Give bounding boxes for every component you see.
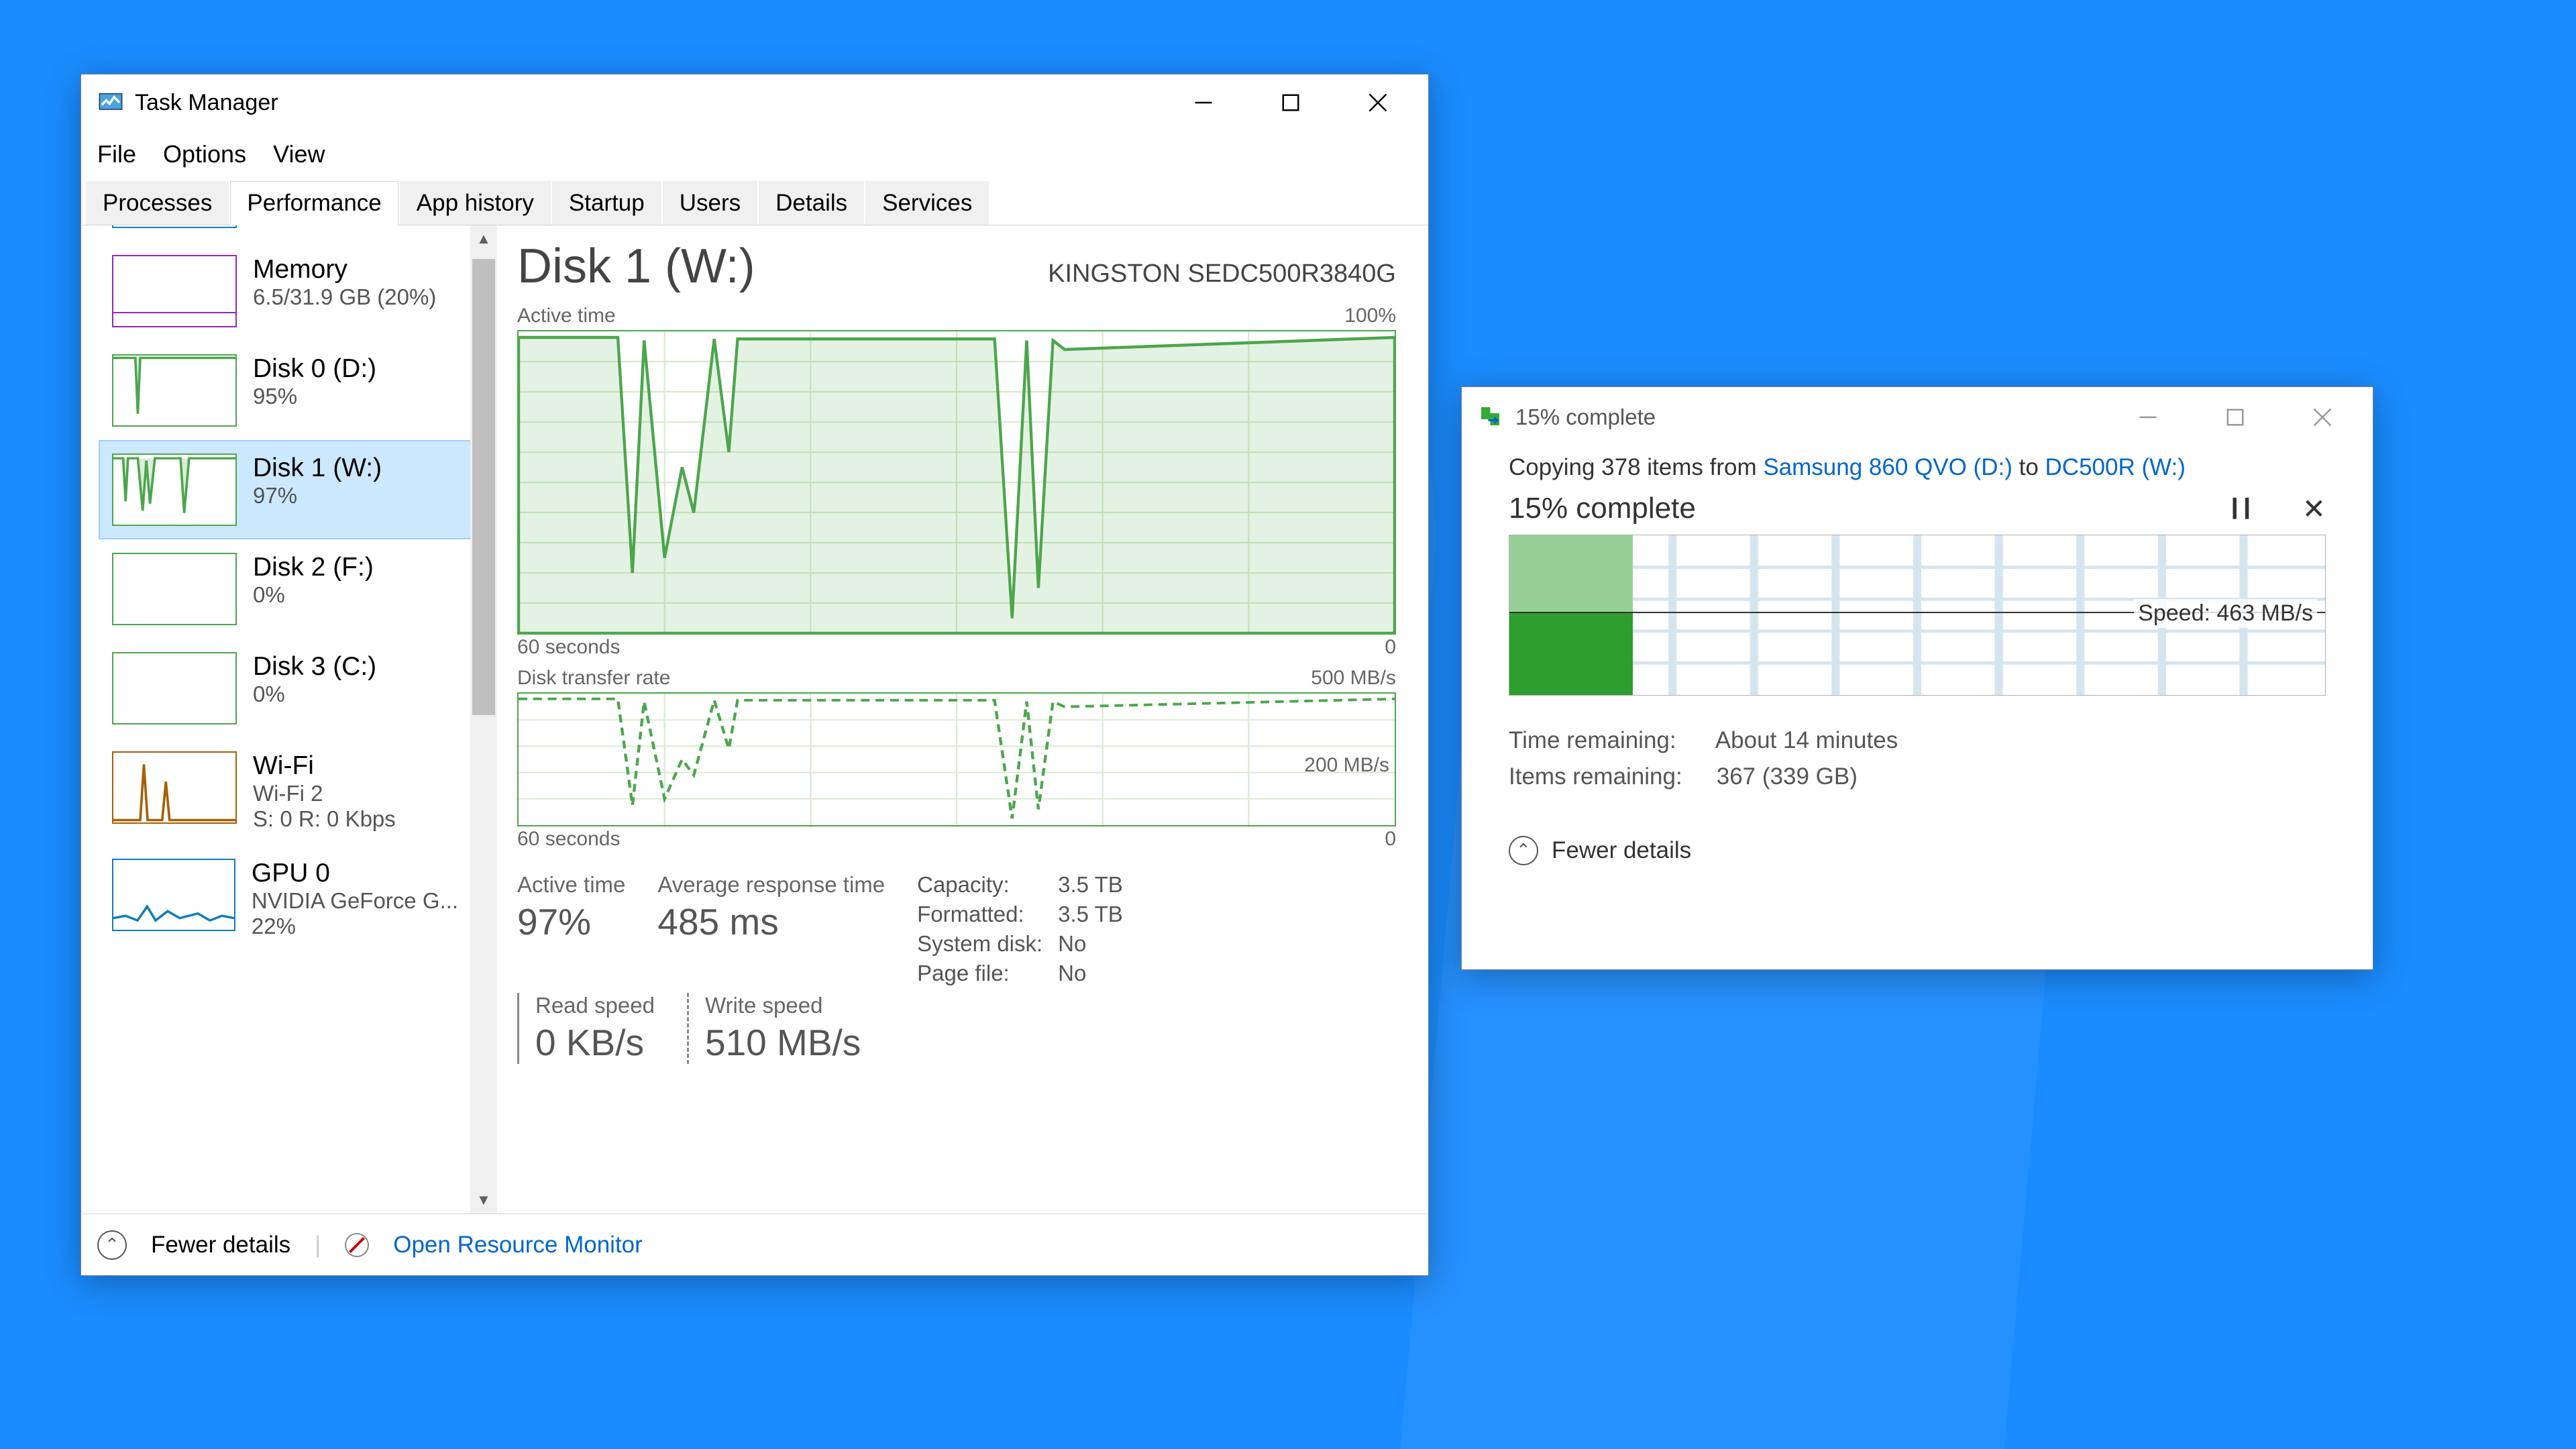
close-button[interactable] (1334, 74, 1421, 131)
active-time-value: 97% (517, 900, 625, 943)
copy-details: Time remaining: About 14 minutes Items r… (1509, 722, 2326, 796)
sidebar-item-disk0[interactable]: Disk 0 (D:)95% (100, 342, 470, 439)
disk-thumb (112, 553, 237, 625)
transfer-rate-max: 500 MB/s (1311, 667, 1396, 690)
disk-thumb (112, 453, 237, 526)
sidebar-item-cpu[interactable]: CPU15% 4.00 GHz (100, 225, 470, 240)
write-speed-value: 510 MB/s (705, 1021, 861, 1064)
task-manager-icon (97, 89, 124, 116)
tabs: Processes Performance App history Startu… (81, 178, 1428, 225)
menu-view[interactable]: View (273, 140, 325, 168)
tab-processes[interactable]: Processes (86, 181, 229, 225)
tab-startup[interactable]: Startup (552, 181, 661, 225)
scroll-thumb[interactable] (472, 259, 495, 715)
menu-options[interactable]: Options (163, 140, 246, 168)
sidebar-item-disk2[interactable]: Disk 2 (F:)0% (100, 541, 470, 637)
sidebar-item-disk1[interactable]: Disk 1 (W:)97% (100, 441, 470, 538)
scroll-up-icon[interactable]: ▲ (470, 225, 497, 252)
tab-performance[interactable]: Performance (230, 181, 398, 225)
transfer-rate-chart: 200 MB/s (517, 692, 1396, 826)
titlebar[interactable]: 15% complete (1462, 387, 2373, 447)
source-drive-link[interactable]: Samsung 860 QVO (D:) (1763, 454, 2012, 480)
disk-thumb (112, 354, 237, 427)
resource-monitor-icon (345, 1233, 369, 1257)
cancel-button[interactable]: ✕ (2302, 492, 2326, 525)
file-copy-dialog: 15% complete Copying 378 items from Sams… (1461, 386, 2373, 970)
chevron-up-icon[interactable]: ⌃ (97, 1230, 127, 1260)
read-speed-value: 0 KB/s (535, 1021, 655, 1064)
copy-progress-icon (1478, 404, 1505, 431)
sidebar-scrollbar[interactable]: ▲ ▼ (470, 225, 497, 1214)
disk-info: Capacity:3.5 TB Formatted:3.5 TB System … (917, 872, 1138, 986)
copy-speed-label: Speed: 463 MB/s (2134, 599, 2317, 628)
fewer-details-button[interactable]: Fewer details (1552, 837, 1691, 864)
wifi-thumb (112, 751, 237, 824)
chevron-up-icon[interactable]: ⌃ (1509, 836, 1538, 865)
active-time-chart (517, 330, 1396, 635)
copy-operation-text: Copying 378 items from Samsung 860 QVO (… (1509, 454, 2326, 481)
menu-file[interactable]: File (97, 140, 136, 168)
open-resource-monitor-link[interactable]: Open Resource Monitor (393, 1232, 643, 1258)
transfer-rate-label: Disk transfer rate (517, 667, 670, 690)
task-manager-window: Task Manager File Options View Processes… (80, 74, 1429, 1276)
window-title: 15% complete (1515, 405, 1656, 430)
avg-response-value: 485 ms (657, 900, 885, 943)
minimize-button[interactable] (1160, 74, 1247, 131)
sidebar-item-gpu[interactable]: GPU 0NVIDIA GeForce G...22% (100, 847, 470, 951)
dest-drive-link[interactable]: DC500R (W:) (2045, 454, 2186, 480)
close-button[interactable] (2279, 389, 2366, 445)
menubar: File Options View (81, 131, 1428, 178)
sidebar-item-disk3[interactable]: Disk 3 (C:)0% (100, 640, 470, 737)
copy-percent-text: 15% complete (1509, 492, 1696, 525)
minimize-button[interactable] (2104, 389, 2192, 445)
task-manager-footer: ⌃ Fewer details | Open Resource Monitor (81, 1214, 1428, 1275)
tab-app-history[interactable]: App history (400, 181, 551, 225)
active-time-max: 100% (1344, 305, 1396, 327)
disk-thumb (112, 652, 237, 724)
disk-model: KINGSTON SEDC500R3840G (1048, 260, 1396, 294)
fewer-details-button[interactable]: Fewer details (151, 1232, 290, 1258)
maximize-button[interactable] (2192, 389, 2279, 445)
performance-main-panel: Disk 1 (W:) KINGSTON SEDC500R3840G Activ… (497, 225, 1428, 1214)
scroll-down-icon[interactable]: ▼ (470, 1187, 497, 1214)
performance-sidebar: CPU15% 4.00 GHz Memory6.5/31.9 GB (20%) … (81, 225, 497, 1214)
tab-services[interactable]: Services (865, 181, 989, 225)
window-title: Task Manager (135, 90, 278, 116)
copy-speed-chart: Speed: 463 MB/s (1509, 535, 2326, 696)
tab-users[interactable]: Users (663, 181, 757, 225)
gpu-thumb (112, 859, 235, 931)
cpu-thumb (112, 225, 237, 228)
tab-details[interactable]: Details (759, 181, 864, 225)
active-time-label: Active time (517, 305, 616, 327)
sidebar-item-memory[interactable]: Memory6.5/31.9 GB (20%) (100, 243, 470, 339)
sidebar-item-wifi[interactable]: Wi-FiWi-Fi 2S: 0 R: 0 Kbps (100, 739, 470, 844)
pause-button[interactable]: ⅠⅠ (2231, 492, 2255, 525)
disk-title: Disk 1 (W:) (517, 239, 755, 294)
memory-thumb (112, 255, 237, 327)
titlebar[interactable]: Task Manager (81, 74, 1428, 131)
maximize-button[interactable] (1247, 74, 1334, 131)
